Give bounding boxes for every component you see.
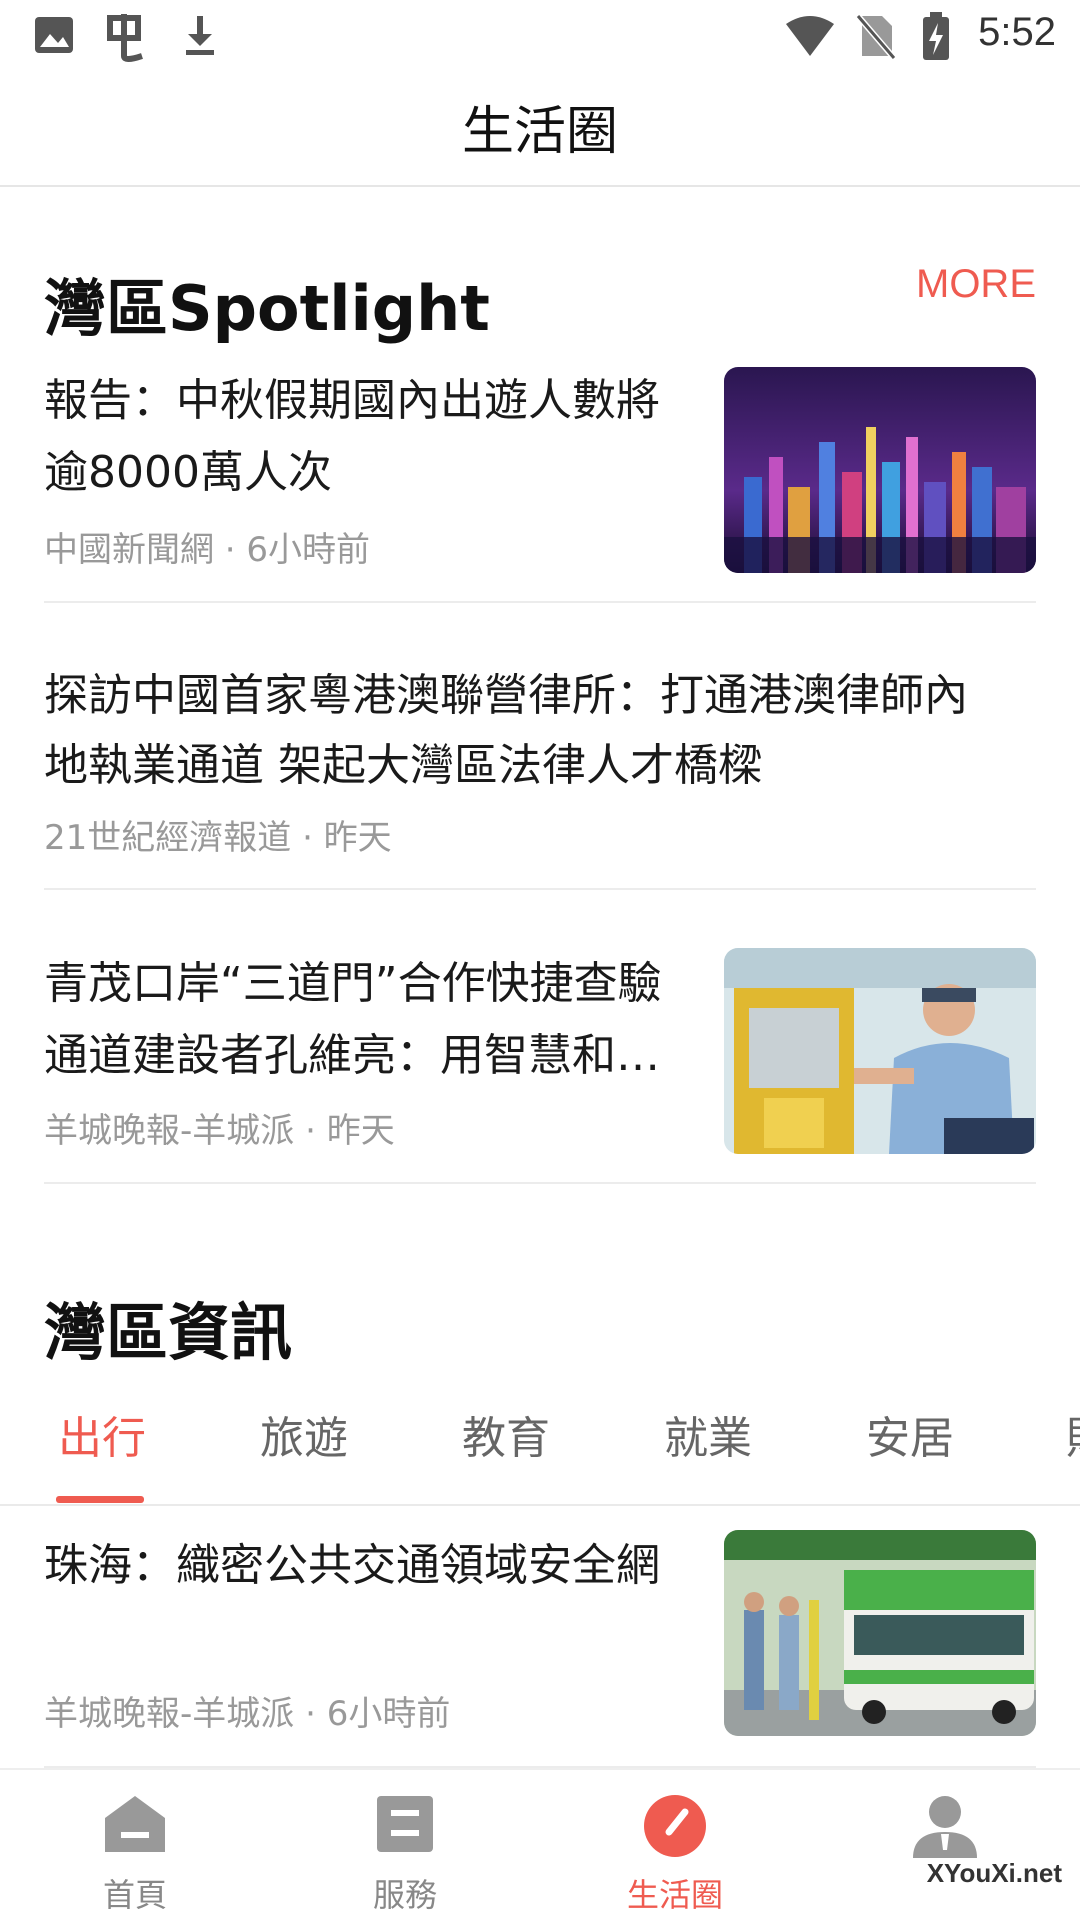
- tab-finance[interactable]: 財: [1066, 1402, 1080, 1466]
- download-icon: [186, 16, 214, 55]
- compass-icon: [644, 1795, 706, 1857]
- news-item[interactable]: 珠海：織密公共交通領域安全網 羊城晚報-羊城派 · 6小時前: [44, 1530, 1036, 1768]
- status-time: 5:52: [978, 10, 1056, 54]
- watermark: XYouXi.net: [926, 1858, 1062, 1888]
- bottom-nav: 首頁 服務 生活圈: [0, 1768, 1080, 1922]
- nav-profile[interactable]: [810, 1770, 1080, 1922]
- app-notification-icon: [107, 14, 143, 62]
- city-night-thumbnail: [724, 367, 1036, 573]
- wifi-icon: [786, 16, 834, 56]
- image-notification-icon: [35, 17, 73, 53]
- customs-officer-thumbnail: [724, 948, 1036, 1154]
- nav-label: 生活圈: [626, 1876, 723, 1914]
- nav-home[interactable]: 首頁: [0, 1770, 270, 1922]
- news-title-line: 報告：中秋假期國內出遊人數將: [44, 375, 660, 426]
- category-tabs: 出行 旅遊 教育 就業 安居 財: [0, 1380, 1080, 1506]
- news-meta: 羊城晚報-羊城派 · 昨天: [44, 1111, 395, 1151]
- tab-travel[interactable]: 出行: [58, 1402, 146, 1466]
- no-sim-icon: [856, 14, 896, 60]
- spotlight-item[interactable]: 報告：中秋假期國內出遊人數將 逾8000萬人次 中國新聞網 · 6小時前: [44, 365, 1036, 603]
- spotlight-item[interactable]: 青茂口岸“三道門”合作快捷查驗 通道建設者孔維亮：用智慧和… 羊城晚報-羊城派 …: [44, 948, 1036, 1184]
- news-meta: 中國新聞網 · 6小時前: [44, 530, 371, 570]
- news-section-title: 灣區資訊: [44, 1296, 293, 1369]
- title-bar: 生活圈: [0, 75, 1080, 187]
- nav-services[interactable]: 服務: [270, 1770, 540, 1922]
- news-title-line: 青茂口岸“三道門”合作快捷查驗: [44, 958, 662, 1009]
- tab-employment[interactable]: 就業: [664, 1402, 752, 1466]
- tab-housing[interactable]: 安居: [866, 1402, 954, 1466]
- spotlight-section-title: 灣區Spotlight: [44, 272, 490, 345]
- news-meta: 21世紀經濟報道 · 昨天: [44, 818, 392, 858]
- bus-station-thumbnail: [724, 1530, 1036, 1736]
- nav-label: 首頁: [102, 1876, 167, 1914]
- news-meta: 羊城晚報-羊城派 · 6小時前: [44, 1694, 451, 1734]
- battery-charging-icon: [923, 12, 949, 60]
- nav-label: 服務: [372, 1876, 437, 1914]
- active-tab-indicator: [56, 1496, 144, 1503]
- page-title: 生活圈: [461, 102, 618, 162]
- tab-education[interactable]: 教育: [462, 1402, 550, 1466]
- more-link[interactable]: MORE: [916, 262, 1036, 307]
- news-title-line: 逾8000萬人次: [44, 447, 332, 498]
- spotlight-item[interactable]: 探訪中國首家粵港澳聯營律所：打通港澳律師內 地執業通道 架起大灣區法律人才橋樑 …: [44, 660, 1036, 890]
- news-title-line: 珠海：織密公共交通領域安全網: [44, 1540, 660, 1591]
- nav-life-circle[interactable]: 生活圈: [540, 1770, 810, 1922]
- home-icon: [105, 1796, 165, 1852]
- status-bar: 5:52: [0, 0, 1080, 75]
- services-icon: [377, 1796, 433, 1852]
- person-icon: [913, 1796, 977, 1858]
- news-title-line: 地執業通道 架起大灣區法律人才橋樑: [44, 740, 762, 791]
- tab-tourism[interactable]: 旅遊: [260, 1402, 348, 1466]
- news-title-line: 探訪中國首家粵港澳聯營律所：打通港澳律師內: [44, 670, 968, 721]
- news-title-line: 通道建設者孔維亮：用智慧和…: [44, 1030, 660, 1081]
